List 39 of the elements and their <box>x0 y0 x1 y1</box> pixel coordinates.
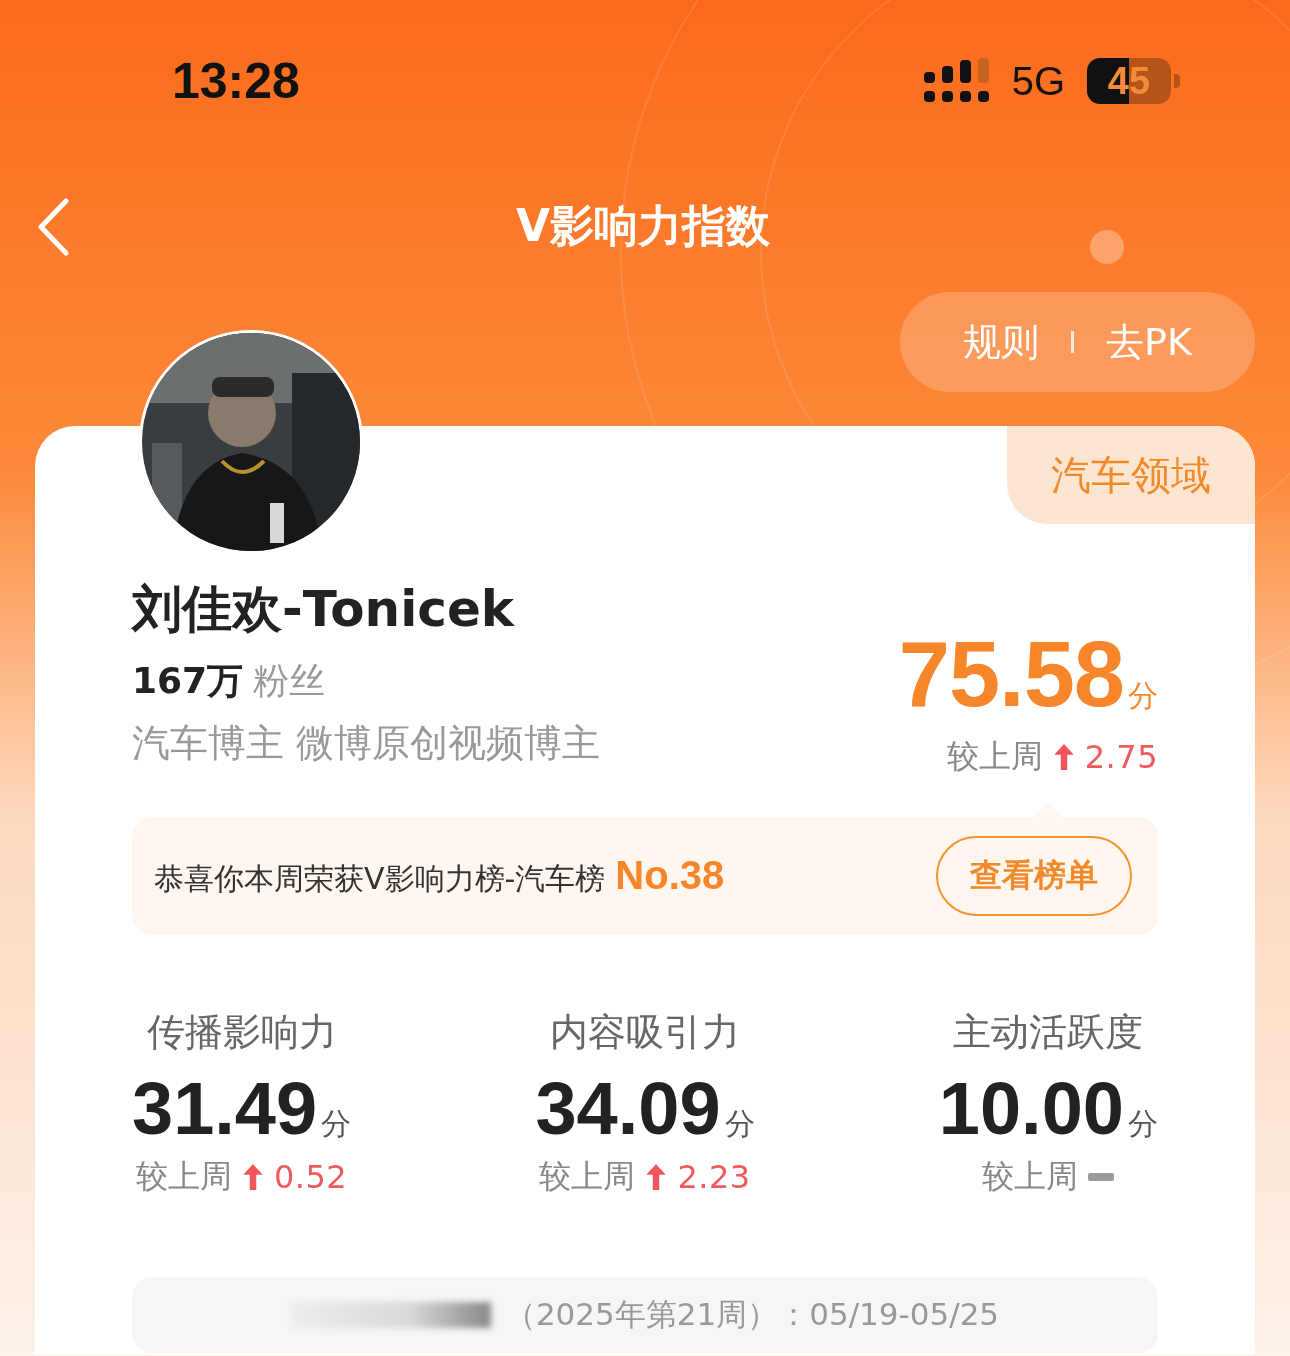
view-ranking-button[interactable]: 查看榜单 <box>936 836 1132 916</box>
time: 13:28 <box>172 52 301 111</box>
score-unit: 分 <box>321 1105 352 1143</box>
domain-tag: 汽车领域 <box>1007 426 1255 524</box>
fans-label: 粉丝 <box>253 659 326 703</box>
metric-label: 传播影响力 <box>146 1009 337 1056</box>
up-arrow-icon <box>645 1163 668 1191</box>
score-unit: 分 <box>724 1105 755 1143</box>
page-title: V影响力指数 <box>515 198 771 253</box>
user-name: 刘佳欢-Tonicek <box>132 579 516 640</box>
rank-number: No.38 <box>615 852 725 898</box>
metric-label: 内容吸引力 <box>550 1009 740 1056</box>
network-label: 5G <box>1011 58 1065 104</box>
metric-score: 34.09 <box>535 1066 721 1151</box>
change-value: 0.52 <box>273 1158 348 1196</box>
metric-label: 主动活跃度 <box>953 1009 1144 1056</box>
compare-label: 较上周 <box>135 1156 232 1197</box>
compare-label: 较上周 <box>982 1156 1079 1197</box>
period-text: （2025年第21周）：05/19-05/25 <box>504 1295 1000 1334</box>
metric-score: 10.00 <box>938 1066 1124 1151</box>
score-unit: 分 <box>1128 677 1158 715</box>
compare-label: 较上周 <box>946 736 1043 777</box>
user-tags: 汽车博主 微博原创视频博主 <box>132 718 601 769</box>
up-arrow-icon <box>1052 743 1075 771</box>
signal-icon <box>923 58 990 104</box>
action-link[interactable]: 规则 <box>963 316 1040 368</box>
rank-message: 恭喜你本周荣获V影响力榜-汽车榜 <box>154 859 606 898</box>
fans-count: 167万 <box>132 659 244 703</box>
score-unit: 分 <box>1128 1105 1158 1143</box>
back-icon[interactable] <box>36 198 70 256</box>
decorative-circle <box>1090 230 1124 264</box>
change-value: 2.23 <box>677 1158 751 1196</box>
compare-label: 较上周 <box>539 1156 636 1197</box>
metric-score: 31.49 <box>132 1066 318 1151</box>
change-value: 2.75 <box>1084 738 1158 776</box>
action-link[interactable]: 去PK <box>1106 316 1192 368</box>
up-arrow-icon <box>241 1163 264 1191</box>
dash-icon <box>1088 1173 1115 1181</box>
total-score: 75.58 <box>898 622 1124 727</box>
